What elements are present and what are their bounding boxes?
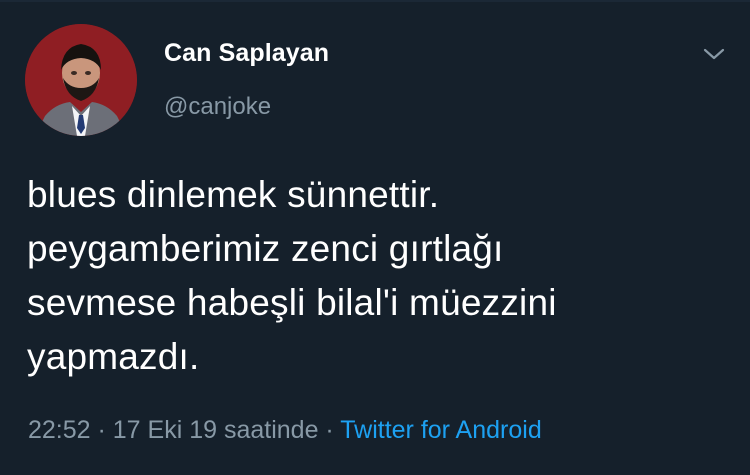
author-name[interactable]: Can Saplayan: [164, 39, 329, 68]
top-divider: [0, 0, 750, 2]
tweet-menu-button[interactable]: [700, 44, 728, 64]
avatar[interactable]: [25, 24, 137, 136]
profile-photo-icon: [25, 24, 137, 136]
tweet-text-line-1: blues dinlemek sünnettir.: [27, 174, 440, 215]
tweet-source-link[interactable]: Twitter for Android: [340, 416, 541, 444]
chevron-down-icon: [703, 48, 725, 60]
tweet-text-line-3: sevmese habeşli bilal'i müezzini: [27, 282, 557, 323]
tweet-text: blues dinlemek sünnettir. peygamberimiz …: [27, 168, 727, 384]
tweet-meta: 22:52 · 17 Eki 19 saatinde · Twitter for…: [28, 414, 542, 446]
tweet-card: Can Saplayan @canjoke blues dinlemek sün…: [0, 0, 750, 475]
tweet-text-line-2: peygamberimiz zenci gırtlağı: [27, 228, 504, 269]
author-handle[interactable]: @canjoke: [164, 93, 271, 121]
tweet-text-line-4: yapmazdı.: [27, 336, 200, 377]
tweet-date: · 17 Eki 19 saatinde ·: [90, 416, 341, 444]
tweet-time[interactable]: 22:52: [28, 416, 91, 444]
